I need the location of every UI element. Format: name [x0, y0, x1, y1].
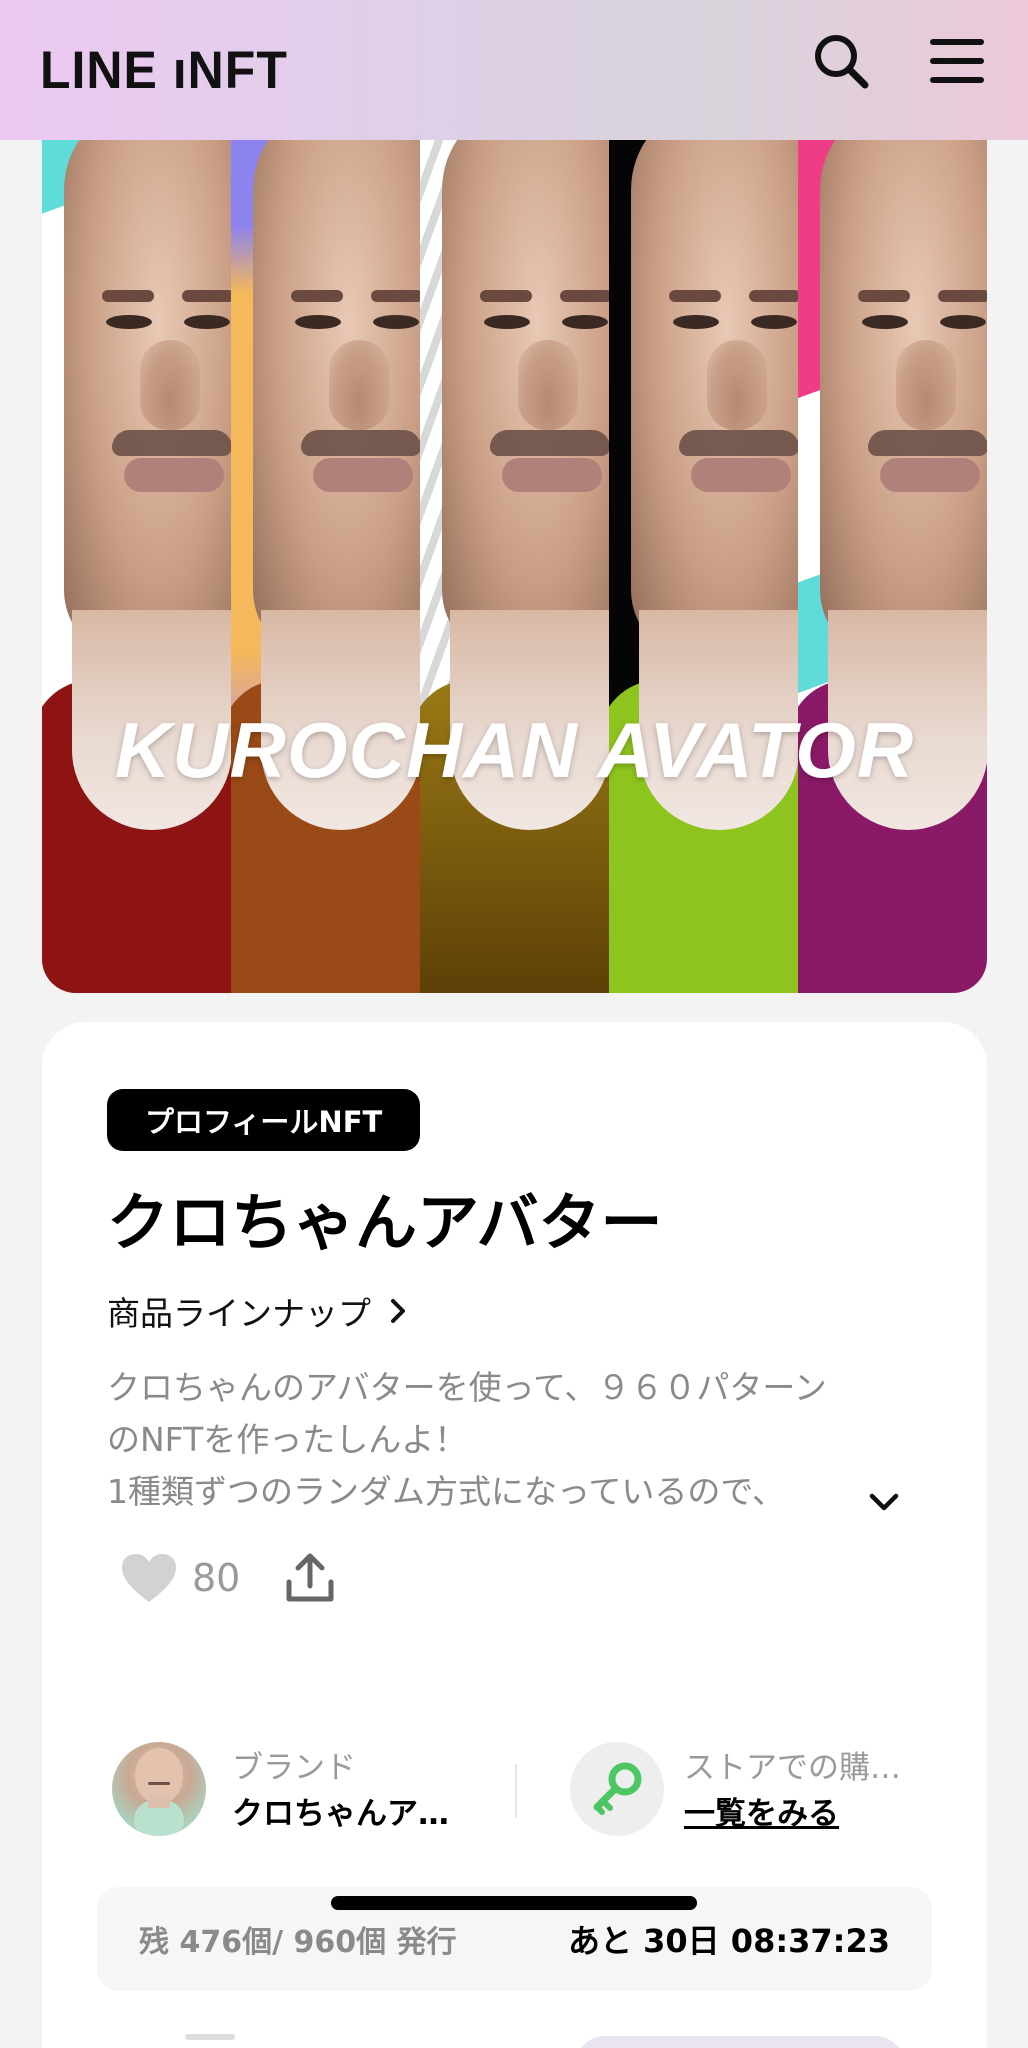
product-description: クロちゃんのアバターを使って、９６０パターン のNFTを作ったしんよ！ 1種類ず…	[107, 1362, 887, 1518]
brand-name[interactable]: クロちゃんア…	[232, 1788, 449, 1833]
banner-title: KUROCHAN AVATOR	[114, 706, 915, 794]
share-icon[interactable]	[284, 1552, 336, 1604]
bottom-peek-button[interactable]	[575, 2036, 905, 2048]
brand-label: ブランド	[232, 1750, 356, 1786]
brand-avatar[interactable]	[112, 1742, 206, 1836]
heart-icon[interactable]	[120, 1552, 178, 1604]
chevron-down-icon[interactable]	[862, 1480, 906, 1524]
product-card: プロフィールNFT クロちゃんアバター 商品ラインナップ クロちゃんのアバターを…	[42, 1022, 987, 2048]
description-line: クロちゃんのアバターを使って、９６０パターン	[107, 1368, 827, 1407]
line-nft-logo[interactable]: LINE ıNFT	[40, 40, 288, 101]
menu-icon[interactable]	[926, 30, 988, 92]
chevron-right-icon	[391, 1299, 405, 1323]
countdown-timer: あと 30日 08:37:23	[567, 1922, 890, 1960]
app-header: LINE ıNFT	[0, 0, 1028, 140]
description-line: のNFTを作ったしんよ！	[107, 1420, 468, 1459]
stock-remaining: 残 476個/ 960個 発行	[139, 1925, 457, 1960]
avatar-panel	[609, 140, 798, 993]
search-icon[interactable]	[810, 30, 872, 92]
key-icon[interactable]	[570, 1742, 664, 1836]
avatar-panel	[798, 140, 987, 993]
avatar-panel	[420, 140, 609, 993]
like-count: 80	[192, 1556, 241, 1600]
engagement-row: 80	[120, 1552, 336, 1604]
avatar-panel	[231, 140, 420, 993]
product-title: クロちゃんアバター	[107, 1186, 663, 1259]
store-purchase-label: ストアでの購…	[684, 1750, 901, 1786]
category-badge: プロフィールNFT	[107, 1089, 421, 1151]
divider	[515, 1764, 517, 1818]
hero-banner[interactable]: KUROCHAN AVATOR	[42, 140, 987, 993]
lineup-link[interactable]: 商品ラインナップ	[107, 1287, 407, 1335]
view-list-link[interactable]: 一覧をみる	[684, 1788, 839, 1833]
home-indicator	[331, 1896, 697, 1910]
description-line: 1種類ずつのランダム方式になっているので、	[107, 1472, 786, 1511]
header-actions	[810, 30, 988, 92]
bottom-peek-element	[185, 2034, 235, 2040]
lineup-label: 商品ラインナップ	[107, 1294, 371, 1333]
brand-row: ブランド クロちゃんア… ストアでの購… 一覧をみる	[112, 1742, 912, 1842]
avatar-panel	[42, 140, 231, 993]
